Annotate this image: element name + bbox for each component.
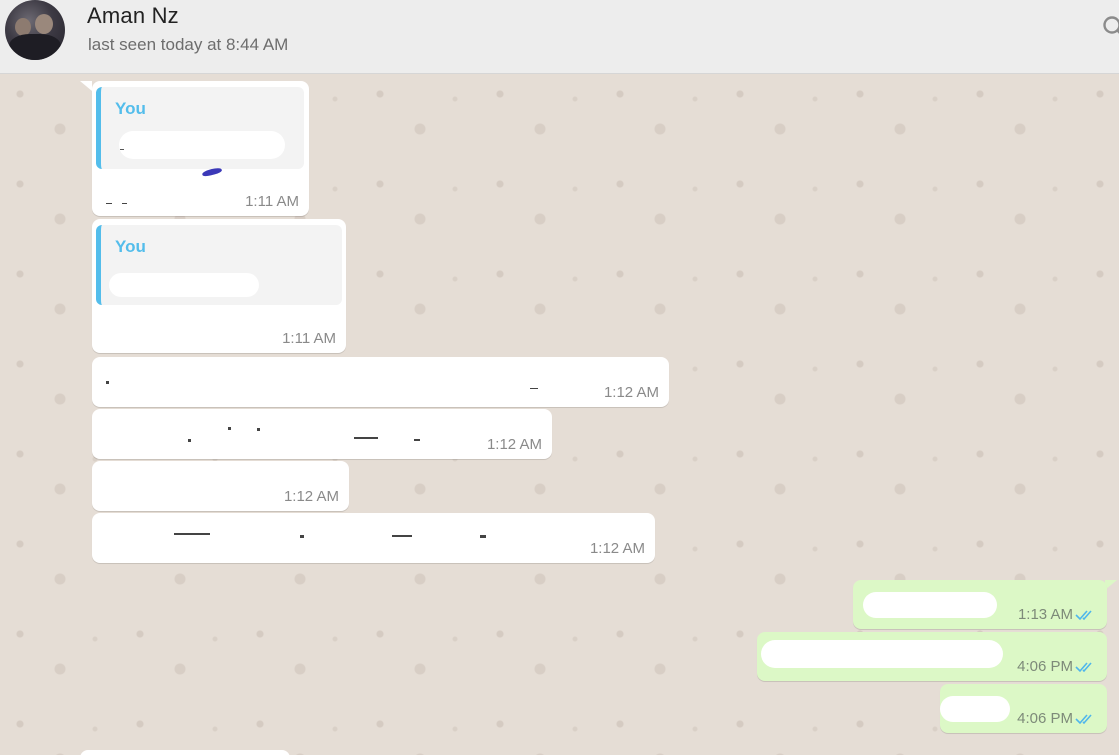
quote-author: You [115,99,146,118]
message-timestamp: 4:06 PM [1017,710,1073,727]
message-timestamp: 1:11 AM [245,193,299,210]
search-icon[interactable] [1101,14,1119,40]
message-bubble-incoming[interactable]: 1:12 AM [92,357,669,407]
redacted-text [863,592,997,618]
redacted-text [109,273,259,297]
message-bubble-incoming[interactable]: You 1:11 AM [92,81,309,216]
contact-avatar[interactable] [5,0,65,60]
redacted-text [940,696,1010,722]
text-fragment [228,427,231,430]
text-fragment [174,533,210,535]
text-fragment [480,535,486,538]
message-bubble-incoming[interactable]: 1:12 AM [92,513,655,563]
message-timestamp: 1:12 AM [589,540,645,557]
text-fragment [106,203,112,204]
avatar-body [9,34,61,60]
read-receipt-icon [1075,714,1092,725]
text-fragment [120,149,124,150]
message-bubble-outgoing[interactable]: 4:06 PM [940,684,1107,733]
quoted-message[interactable]: You [96,87,304,169]
quote-author: You [115,237,146,256]
text-fragment [354,437,378,439]
message-timestamp: 1:11 AM [282,330,336,347]
read-receipt-icon [1075,610,1092,621]
message-timestamp: 1:12 AM [486,436,542,453]
message-list[interactable]: You 1:11 AM You 1:11 AM 1:12 AM 1:12 AM … [0,74,1119,755]
quoted-message[interactable]: You [96,225,342,305]
message-bubble-incoming[interactable]: 1:12 AM [92,409,552,459]
message-bubble-incoming[interactable]: 1:12 AM [92,461,349,511]
message-bubble-outgoing[interactable]: 1:13 AM [853,580,1107,629]
text-fragment [257,428,260,431]
text-fragment [414,439,420,441]
text-fragment [122,203,127,204]
bubble-tail [80,81,92,91]
avatar-face-right [35,14,53,34]
text-fragment [188,439,191,442]
redacted-text [761,640,1003,668]
message-timestamp: 1:12 AM [283,488,339,505]
message-bubble-incoming[interactable] [80,750,290,755]
text-fragment [106,381,109,384]
message-bubble-outgoing[interactable]: 4:06 PM [757,632,1107,681]
message-bubble-incoming[interactable]: You 1:11 AM [92,219,346,353]
contact-name[interactable]: Aman Nz [87,3,179,29]
message-timestamp: 1:13 AM [1017,606,1073,623]
chat-header: Aman Nz last seen today at 8:44 AM [0,0,1119,74]
text-fragment [300,535,304,538]
read-receipt-icon [1075,662,1092,673]
message-timestamp: 4:06 PM [1017,658,1073,675]
message-timestamp: 1:12 AM [603,384,659,401]
contact-last-seen: last seen today at 8:44 AM [88,35,289,54]
redacted-text [119,131,285,159]
text-fragment [392,535,412,537]
text-fragment [530,388,538,389]
